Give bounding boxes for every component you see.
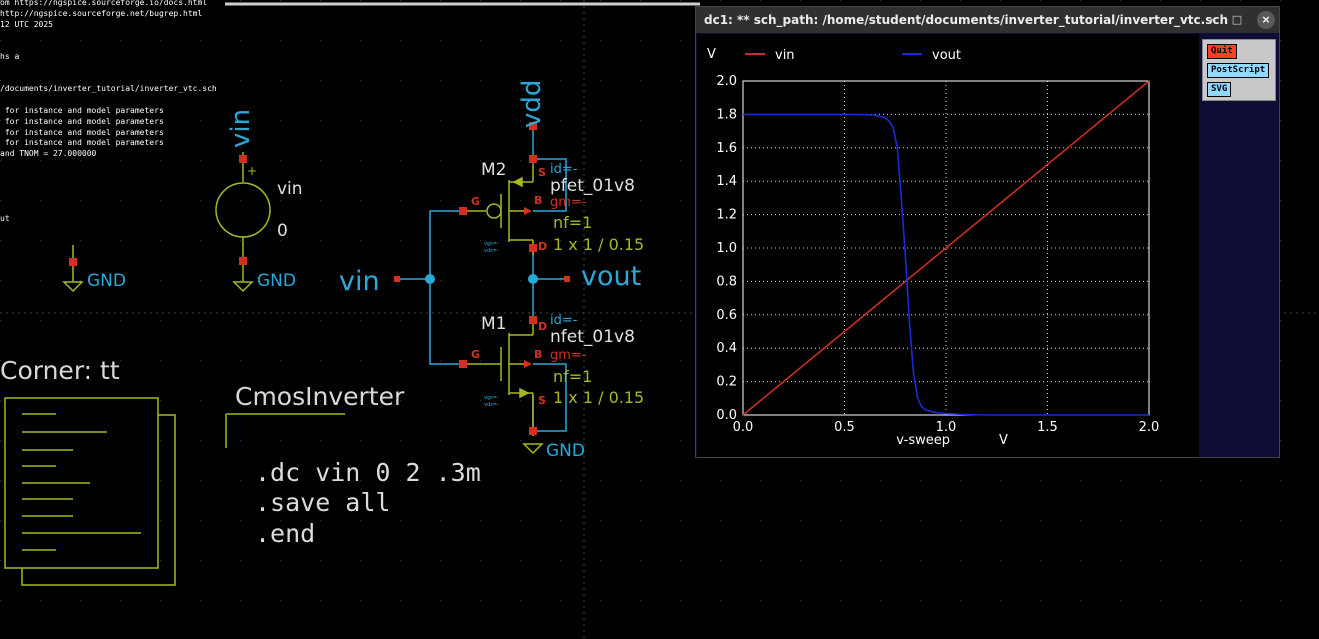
svg-button[interactable]: SVG xyxy=(1207,82,1232,97)
terminal-line: for instance and model parameters xyxy=(0,138,164,148)
x-unit-label: V xyxy=(999,433,1008,448)
spice-line-2: .save all xyxy=(255,488,391,517)
y-tick-label: 0.2 xyxy=(716,375,737,390)
nmos-gm: gm=- xyxy=(550,348,587,363)
y-tick-label: 0.6 xyxy=(716,308,737,323)
gnd-label-1: GND xyxy=(87,271,126,291)
nmos-pin-s: S xyxy=(538,394,546,407)
pmos-vds: vds=- xyxy=(484,248,499,254)
terminal-line: for instance and model parameters xyxy=(0,127,164,137)
junction-vin xyxy=(425,274,435,284)
postscript-button[interactable]: PostScript xyxy=(1207,63,1270,78)
pmos-pin-b: B xyxy=(534,194,543,207)
source-name-label: vin xyxy=(226,108,256,148)
y-tick-label: 1.6 xyxy=(716,141,737,156)
y-tick-label: 1.0 xyxy=(716,241,737,256)
pmos-nf: nf=1 xyxy=(553,213,593,232)
vin-pin-label: vin xyxy=(339,266,380,297)
plot-window-title: dc1: ** sch_path: /home/student/document… xyxy=(704,13,1229,27)
spice-line-1: .dc vin 0 2 .3m xyxy=(255,458,481,487)
nmos-pin-d: D xyxy=(538,320,548,333)
spice-line-3: .end xyxy=(255,519,316,548)
y-unit-label: V xyxy=(707,47,716,62)
pin-vin[interactable] xyxy=(394,276,400,282)
terminal-line: for instance and model parameters xyxy=(0,106,164,115)
terminal-line: for instance and model parameters xyxy=(0,116,164,126)
corner-label: Corner: tt xyxy=(0,356,120,385)
terminal-line: and TNOM = 27.000000 xyxy=(0,149,97,159)
quit-button[interactable]: Quit xyxy=(1207,44,1237,59)
vtc-chart: 0.00.20.40.60.81.01.21.41.61.82.00.0 0.5 1… xyxy=(707,47,1160,448)
nmos-pin-b: B xyxy=(534,348,543,361)
pmos-size: 1 x 1 / 0.15 xyxy=(553,235,645,254)
nmos-id: id=- xyxy=(550,313,578,328)
junction-vout xyxy=(528,274,538,284)
plot-area[interactable]: 0.0 0.2 0.4 0.6 0.8 1.0 1.2 1.4 1.6 1.8 2.0 0.0 0.5 1… xyxy=(697,34,1199,457)
plot-window[interactable]: dc1: ** sch_path: /home/student/document… xyxy=(695,6,1280,458)
pmos-gm: gm=- xyxy=(550,195,587,210)
plot-side-panel: Quit PostScript SVG xyxy=(1202,39,1276,101)
nmos-size: 1 x 1 / 0.15 xyxy=(553,388,645,407)
gnd-label-3: GND xyxy=(546,441,585,461)
nmos-vds: vds=- xyxy=(484,402,499,408)
source-plus: + xyxy=(247,164,258,178)
vdd-label: vdd xyxy=(517,79,547,128)
pmos-name: M2 xyxy=(481,160,507,180)
legend-label-vin: vin xyxy=(775,48,795,63)
nmos-nf: nf=1 xyxy=(553,367,593,386)
terminal-line: om https://ngspice.sourceforge.io/docs.h… xyxy=(0,0,208,7)
source-value: 0 xyxy=(277,221,288,241)
x-tick-label: 0.5 xyxy=(834,420,855,435)
y-tick-label: 1.8 xyxy=(716,107,737,122)
pmos-model: pfet_01v8 xyxy=(550,176,635,196)
pmos-id: id=- xyxy=(550,162,578,177)
netlist-document-icon[interactable] xyxy=(4,397,176,586)
close-button[interactable]: × xyxy=(1257,11,1275,29)
terminal-line: 12 UTC 2025 xyxy=(0,19,53,29)
y-tick-label: 1.4 xyxy=(716,174,737,189)
terminal-line: http://ngspice.sourceforge.net/bugrep.ht… xyxy=(0,8,203,18)
y-tick-label: 0.4 xyxy=(716,341,737,356)
source-value-label: vin xyxy=(277,179,303,199)
pmos-pin-s: S xyxy=(538,166,546,179)
nmos-name: M1 xyxy=(481,314,507,334)
y-tick-label: 0.8 xyxy=(716,274,737,289)
y-tick-label: 1.2 xyxy=(716,208,737,223)
x-tick-label: 0.0 xyxy=(733,420,754,435)
nmos-pin-g: G xyxy=(471,348,481,361)
terminal-line: hs a xyxy=(0,52,20,61)
pmos-pin-g: G xyxy=(471,195,481,208)
y-tick-label: 2.0 xyxy=(716,74,737,89)
x-tick-label: 2.0 xyxy=(1139,420,1160,435)
terminal-line: /documents/inverter_tutorial/inverter_vt… xyxy=(0,84,217,94)
vout-pin-label: vout xyxy=(581,261,642,292)
terminal-line: ut xyxy=(0,214,10,223)
schematic-title: CmosInverter xyxy=(235,382,405,411)
plot-window-titlebar[interactable]: dc1: ** sch_path: /home/student/document… xyxy=(696,7,1279,33)
x-tick-label: 1.5 xyxy=(1037,420,1058,435)
legend-label-vout: vout xyxy=(932,48,961,63)
gnd-label-2: GND xyxy=(257,271,296,291)
nmos-vgs: vgs=- xyxy=(484,395,499,401)
pmos-pin-d: D xyxy=(538,240,548,253)
nmos-model: nfet_01v8 xyxy=(550,327,635,347)
x-axis-label: v-sweep xyxy=(896,433,950,448)
minimize-button[interactable]: – xyxy=(1204,11,1222,29)
pin-vout[interactable] xyxy=(564,276,570,282)
pmos-vgs: vgs=- xyxy=(484,241,499,247)
maximize-button[interactable]: □ xyxy=(1228,11,1246,29)
